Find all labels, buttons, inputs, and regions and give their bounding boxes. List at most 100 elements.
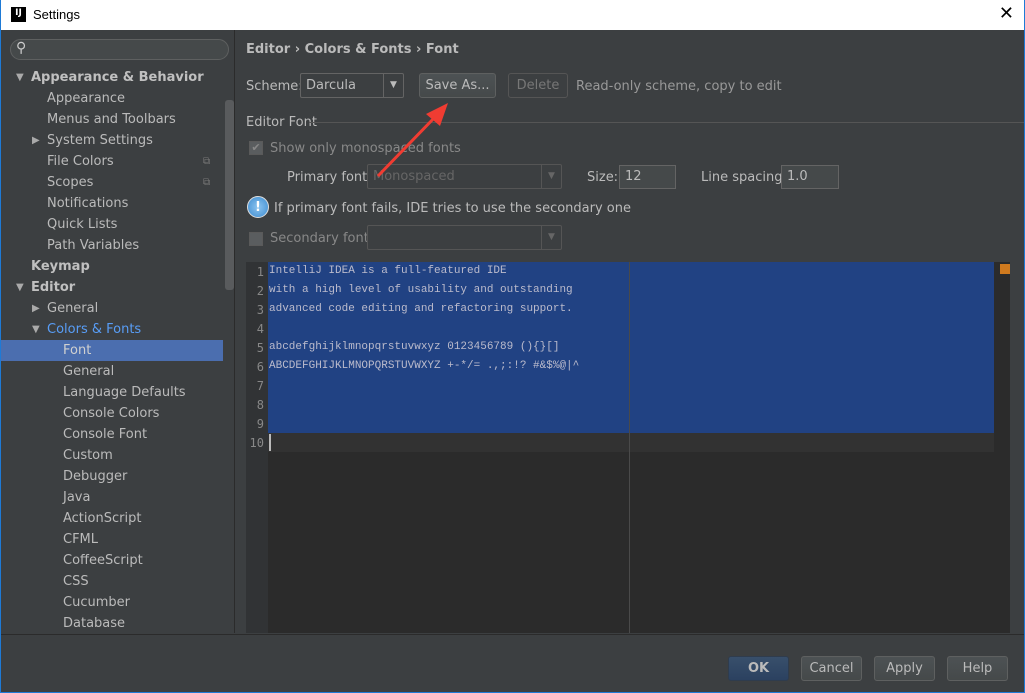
sidebar-item[interactable]: Scopes ⧉ <box>1 172 223 193</box>
editor-font-section-title: Editor Font <box>246 115 317 130</box>
sidebar-item[interactable]: Font <box>1 340 223 361</box>
chevron-down-icon: ▼ <box>383 74 403 97</box>
sidebar-item-label: CoffeeScript <box>63 553 143 568</box>
sidebar-item[interactable]: ▶ General <box>1 298 223 319</box>
sidebar-item-label: System Settings <box>47 133 153 148</box>
font-settings-panel: Editor › Colors & Fonts › Font Scheme: D… <box>236 30 1024 633</box>
project-scope-icon: ⧉ <box>203 177 211 188</box>
scheme-value: Darcula <box>306 78 357 93</box>
save-as-button[interactable]: Save As... <box>419 73 496 98</box>
sidebar-item[interactable]: Database <box>1 613 223 633</box>
sidebar-item-label: General <box>47 301 99 316</box>
chevron-down-icon: ▼ <box>541 165 561 188</box>
sidebar-item[interactable]: CFML <box>1 529 223 550</box>
sidebar-item-label: Notifications <box>47 196 129 211</box>
secondary-font-label: Secondary font: <box>270 231 374 246</box>
sidebar-item[interactable]: ▼ Colors & Fonts <box>1 319 223 340</box>
scheme-select[interactable]: Darcula ▼ <box>300 73 404 98</box>
sidebar-item-label: Menus and Toolbars <box>47 112 176 127</box>
primary-font-select[interactable]: Monospaced ▼ <box>367 164 562 189</box>
sidebar-item[interactable]: Language Defaults <box>1 382 223 403</box>
sidebar-item[interactable]: Console Font <box>1 424 223 445</box>
sidebar-item[interactable]: General <box>1 361 223 382</box>
sidebar-item-label: File Colors <box>47 154 114 169</box>
preview-line: with a high level of usability and outst… <box>269 284 573 296</box>
sidebar-item[interactable]: ▼ Editor <box>1 277 223 298</box>
preview-line: abcdefghijklmnopqrstuvwxyz 0123456789 ()… <box>269 341 560 353</box>
sidebar-item-label: Appearance <box>47 91 126 106</box>
preview-line: IntelliJ IDEA is a full-featured IDE <box>269 265 507 277</box>
scheme-note: Read-only scheme, copy to edit <box>576 79 782 94</box>
line-spacing-input[interactable]: 1.0 <box>781 165 839 189</box>
line-number: 3 <box>256 303 264 317</box>
sidebar-item[interactable]: Java <box>1 487 223 508</box>
close-icon[interactable]: ✕ <box>999 3 1014 24</box>
font-preview-editor[interactable]: 1 IntelliJ IDEA is a full-featured IDE 2 wi… <box>246 262 1010 633</box>
secondary-font-checkbox[interactable] <box>249 232 263 246</box>
sidebar-item-label: Colors & Fonts <box>47 322 142 337</box>
sidebar-item[interactable]: File Colors ⧉ <box>1 151 223 172</box>
primary-font-label: Primary font: <box>287 170 372 185</box>
sidebar-scrollbar[interactable] <box>225 100 234 290</box>
sidebar-item[interactable]: Cucumber <box>1 592 223 613</box>
mono-only-checkbox[interactable]: ✔ <box>249 141 263 155</box>
secondary-font-select[interactable]: ▼ <box>367 225 562 250</box>
line-number: 1 <box>256 265 264 279</box>
line-spacing-label: Line spacing: <box>701 170 787 185</box>
sidebar-item-label: Language Defaults <box>63 385 186 400</box>
collapsed-arrow-icon[interactable]: ▶ <box>32 130 40 151</box>
primary-font-value: Monospaced <box>373 169 455 184</box>
sidebar-item-label: Database <box>63 616 126 631</box>
ok-button[interactable]: OK <box>728 656 789 681</box>
apply-button[interactable]: Apply <box>874 656 935 681</box>
chevron-down-icon: ▼ <box>541 226 561 249</box>
intellij-logo-icon: IJ <box>11 7 26 22</box>
search-input[interactable]: ⚲ <box>10 39 229 60</box>
sidebar-item-label: General <box>63 364 115 379</box>
mono-only-label: Show only monospaced fonts <box>270 141 461 156</box>
sidebar-item-label: Custom <box>63 448 113 463</box>
sidebar-item[interactable]: CSS <box>1 571 223 592</box>
sidebar-item-label: Appearance & Behavior <box>31 70 204 85</box>
sidebar-item[interactable]: Quick Lists <box>1 214 223 235</box>
text-caret <box>269 434 271 451</box>
info-icon: ! <box>247 196 269 218</box>
sidebar-item[interactable]: Menus and Toolbars <box>1 109 223 130</box>
sidebar-item[interactable]: ActionScript <box>1 508 223 529</box>
sidebar-item-label: Keymap <box>31 259 90 274</box>
title-bar: IJ Settings ✕ <box>0 0 1025 30</box>
sidebar-item[interactable]: ▼ Appearance & Behavior <box>1 67 223 88</box>
preview-line: ABCDEFGHIJKLMNOPQRSTUVWXYZ +-*/= .,;:!? … <box>269 360 580 372</box>
line-number: 7 <box>256 379 264 393</box>
sidebar-item-label: Editor <box>31 280 76 295</box>
preview-line: advanced code editing and refactoring su… <box>269 303 573 315</box>
expanded-arrow-icon[interactable]: ▼ <box>32 319 40 340</box>
sidebar-item[interactable]: Keymap <box>1 256 223 277</box>
sidebar-item-label: Path Variables <box>47 238 140 253</box>
error-stripe-marker[interactable] <box>1000 264 1010 274</box>
cancel-button[interactable]: Cancel <box>801 656 862 681</box>
expanded-arrow-icon[interactable]: ▼ <box>16 277 24 298</box>
window-title: Settings <box>33 7 80 22</box>
sidebar-item[interactable]: CoffeeScript <box>1 550 223 571</box>
search-icon: ⚲ <box>16 40 27 56</box>
size-input[interactable]: 12 <box>619 165 676 189</box>
help-button[interactable]: Help <box>947 656 1008 681</box>
sidebar-item[interactable]: ▶ System Settings <box>1 130 223 151</box>
sidebar-item[interactable]: Custom <box>1 445 223 466</box>
sidebar-item-label: Console Colors <box>63 406 160 421</box>
project-scope-icon: ⧉ <box>203 156 211 167</box>
sidebar-item[interactable]: Console Colors <box>1 403 223 424</box>
line-number: 6 <box>256 360 264 374</box>
collapsed-arrow-icon[interactable]: ▶ <box>32 298 40 319</box>
sidebar-item[interactable]: Debugger <box>1 466 223 487</box>
editor-scrollbar[interactable] <box>994 262 1010 633</box>
line-number: 2 <box>256 284 264 298</box>
sidebar-item[interactable]: Notifications <box>1 193 223 214</box>
size-value: 12 <box>625 169 642 184</box>
sidebar-item[interactable]: Path Variables <box>1 235 223 256</box>
section-divider <box>309 122 1024 123</box>
sidebar-item[interactable]: Appearance <box>1 88 223 109</box>
expanded-arrow-icon[interactable]: ▼ <box>16 67 24 88</box>
delete-button[interactable]: Delete <box>508 73 568 98</box>
